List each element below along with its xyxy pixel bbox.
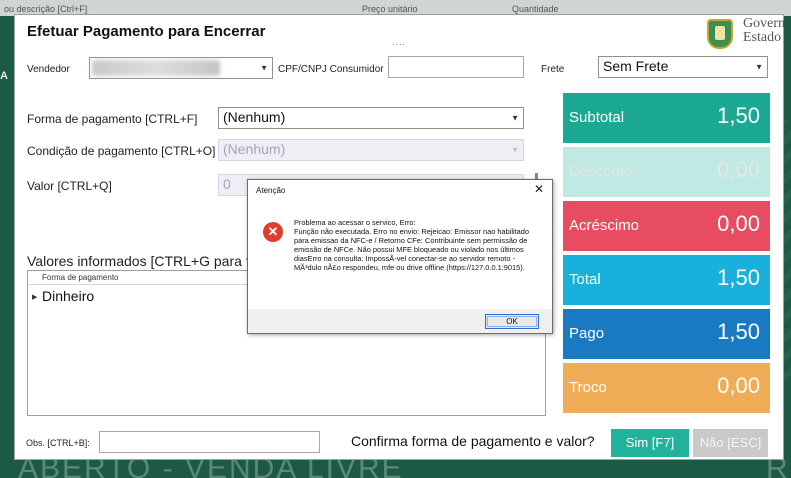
frete-select[interactable]: Sem Frete ▼ <box>598 56 768 78</box>
condicao-pagamento-select: (Nenhum) ▼ <box>218 139 524 161</box>
ok-button[interactable]: OK <box>485 314 539 329</box>
alert-dialog: Atenção ✕ ✕ Problema ao acessar o servic… <box>247 179 553 334</box>
cpf-label: CPF/CNPJ Consumidor <box>278 64 384 75</box>
subtotal-tile: Subtotal 1,50 <box>563 93 770 143</box>
bg-column-quantity: Quantidade <box>512 4 559 14</box>
total-value: 1,50 <box>717 265 760 290</box>
bg-column-description: ou descrição [Ctrl+F] <box>4 4 88 14</box>
state-shield-icon <box>707 19 733 49</box>
obs-label: Obs. [CTRL+B]: <box>26 438 90 448</box>
cpf-input[interactable] <box>388 56 524 78</box>
desconto-value: 0,00 <box>717 157 760 182</box>
dialog-dots: .... <box>392 37 407 47</box>
pago-tile: Pago 1,50 <box>563 309 770 359</box>
row-pointer-icon: ▶ <box>32 294 38 301</box>
alert-title: Atenção <box>256 186 286 195</box>
bg-column-unit-price: Preço unitário <box>362 4 418 14</box>
chevron-down-icon: ▼ <box>755 62 763 72</box>
acrescimo-label: Acréscimo <box>569 217 640 234</box>
troco-value: 0,00 <box>717 373 760 398</box>
vendedor-value-redacted <box>92 60 220 76</box>
close-icon[interactable]: ✕ <box>534 182 544 196</box>
error-icon: ✕ <box>263 222 283 242</box>
vendedor-label: Vendedor <box>27 64 70 75</box>
pago-value: 1,50 <box>717 319 760 344</box>
subtotal-label: Subtotal <box>569 109 625 126</box>
forma-pagamento-select[interactable]: (Nenhum) ▼ <box>218 107 524 129</box>
total-label: Total <box>569 271 601 288</box>
bg-left-label: A <box>0 70 8 82</box>
vendedor-select[interactable]: ▼ <box>89 57 273 79</box>
troco-tile: Troco 0,00 <box>563 363 770 413</box>
alert-message: Problema ao acessar o servico, Erro: Fun… <box>294 218 529 272</box>
grid-cell-forma: Dinheiro <box>42 288 95 304</box>
subtotal-value: 1,50 <box>717 103 760 128</box>
confirm-yes-button[interactable]: Sim [F7] <box>611 429 689 457</box>
condicao-pagamento-label: Condição de pagamento [CTRL+O] <box>27 144 216 158</box>
confirm-no-button[interactable]: Não [ESC] <box>693 429 768 457</box>
chevron-down-icon: ▼ <box>260 63 268 73</box>
troco-label: Troco <box>569 379 607 396</box>
forma-pagamento-label: Forma de pagamento [CTRL+F] <box>27 112 198 126</box>
frete-value: Sem Frete <box>603 58 669 74</box>
government-logo: Govern Estado <box>705 15 785 55</box>
frete-label: Frete <box>541 64 565 75</box>
obs-input[interactable] <box>99 431 320 453</box>
total-tile: Total 1,50 <box>563 255 770 305</box>
condicao-pagamento-value: (Nenhum) <box>223 141 286 157</box>
desconto-label: Desconto <box>569 163 633 180</box>
confirm-question: Confirma forma de pagamento e valor? <box>351 433 595 449</box>
chevron-down-icon: ▼ <box>511 145 519 155</box>
desconto-tile: Desconto 0,00 <box>563 147 770 197</box>
chevron-down-icon: ▼ <box>511 113 519 123</box>
pago-label: Pago <box>569 325 605 342</box>
forma-pagamento-value: (Nenhum) <box>223 109 286 125</box>
acrescimo-tile: Acréscimo 0,00 <box>563 201 770 251</box>
acrescimo-value: 0,00 <box>717 211 760 236</box>
gov-text-line2: Estado <box>743 30 782 45</box>
dialog-title: Efetuar Pagamento para Encerrar <box>27 23 266 40</box>
valor-label: Valor [CTRL+Q] <box>27 179 112 193</box>
valores-informados-label: Valores informados [CTRL+G para f <box>27 253 250 269</box>
